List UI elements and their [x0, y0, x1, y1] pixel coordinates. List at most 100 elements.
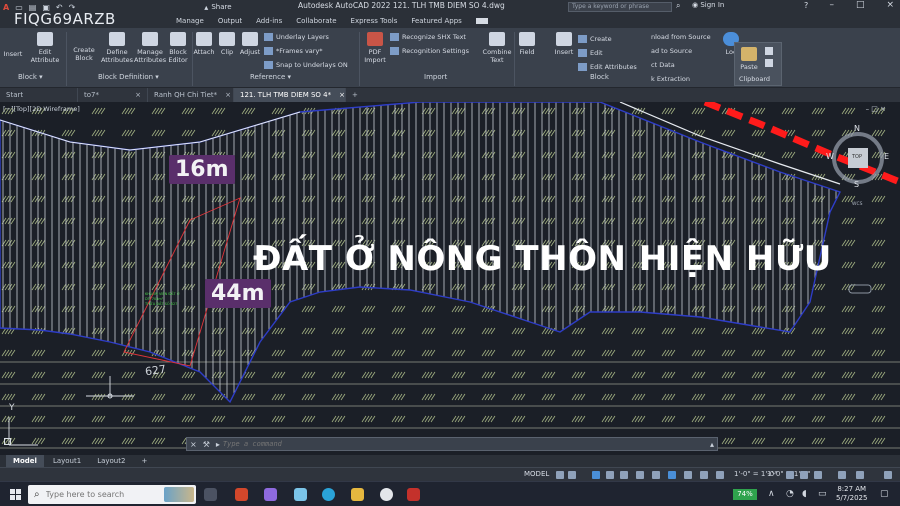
block-panel-label[interactable]: Block ▾ [18, 73, 43, 81]
insert-button[interactable]: Insert [552, 32, 576, 56]
close-icon[interactable]: × [886, 0, 894, 10]
recognition-settings-button[interactable]: Recognition Settings [390, 44, 469, 58]
tab-collaborate[interactable]: Collaborate [296, 17, 336, 25]
sign-in-button[interactable]: ◉ Sign In [692, 1, 724, 9]
recent-commands-icon[interactable]: ▸ [216, 440, 220, 449]
windows-start-icon[interactable] [10, 489, 21, 500]
copilot-app-icon[interactable] [294, 488, 307, 501]
adjust-button[interactable]: Adjust [239, 32, 261, 56]
close-icon[interactable]: × [135, 88, 141, 102]
edit-attribute-button[interactable]: Edit Attribute [28, 32, 62, 64]
data-button[interactable]: ct Data [651, 58, 711, 72]
taskbar-search-input[interactable] [45, 490, 146, 499]
close-icon[interactable]: × [225, 88, 231, 102]
keyword-search-input[interactable]: Type a keyword or phrase [568, 2, 672, 12]
insert-block-button[interactable]: Insert [2, 50, 24, 58]
viewcube-west[interactable]: W [826, 152, 834, 161]
wcs-menu[interactable]: WCS [852, 202, 862, 207]
expand-icon[interactable]: ▴ [710, 440, 714, 449]
object-snap-tracking-icon[interactable] [636, 471, 644, 479]
edit-button[interactable]: Edit [578, 46, 637, 60]
close-icon[interactable]: × [190, 440, 197, 449]
chrome-icon[interactable] [380, 488, 393, 501]
create-button[interactable]: Create [578, 32, 637, 46]
edge-icon[interactable] [322, 488, 335, 501]
tab-add-ins[interactable]: Add-ins [256, 17, 282, 25]
volume-icon[interactable]: ◖ [802, 489, 807, 499]
copilot-icon[interactable] [264, 488, 277, 501]
manage-attributes-button[interactable]: Manage Attributes [134, 32, 166, 64]
paste-button[interactable]: Paste [739, 47, 759, 71]
viewport-label[interactable]: [−][Top][2D Wireframe] [3, 105, 80, 113]
new-tab-button[interactable]: + [346, 88, 364, 102]
download-from-source-button[interactable]: nload from Source [651, 30, 711, 44]
upload-to-source-button[interactable]: ad to Source [651, 44, 711, 58]
recognize-shx-button[interactable]: Recognize SHX Text [390, 30, 469, 44]
file-explorer-icon[interactable] [351, 488, 364, 501]
annotation-visibility-icon[interactable] [716, 471, 724, 479]
model-space-toggle[interactable]: MODEL [524, 470, 549, 478]
viewcube-east[interactable]: E [884, 152, 889, 161]
ribbon-toggle-icon[interactable] [475, 18, 488, 24]
block-editor-button[interactable]: Block Editor [166, 32, 190, 64]
minimize-icon[interactable]: – [829, 0, 834, 10]
tab-output[interactable]: Output [218, 17, 242, 25]
powerpoint-icon[interactable] [235, 488, 248, 501]
notification-icon[interactable]: ▢ [880, 489, 889, 499]
tray-overflow-icon[interactable]: ∧ [768, 489, 775, 499]
edit-attributes-button[interactable]: Edit Attributes [578, 60, 637, 74]
frames-dropdown[interactable]: *Frames vary* [264, 44, 348, 58]
combine-text-button[interactable]: Combine Text [482, 32, 512, 64]
taskbar-search[interactable]: ⌕ [28, 485, 196, 504]
tab-layout1[interactable]: Layout1 [46, 455, 88, 467]
close-icon[interactable]: × [339, 88, 345, 102]
grid-icon[interactable] [556, 471, 564, 479]
tab-express-tools[interactable]: Express Tools [351, 17, 398, 25]
gear-icon[interactable] [786, 471, 794, 479]
object-snap-icon[interactable] [652, 471, 660, 479]
share-button[interactable]: Share [211, 3, 231, 11]
tab-active-drawing[interactable]: 121. TLH TMB DIEM SO 4* × [234, 88, 346, 102]
clip-button[interactable]: Clip [217, 32, 237, 56]
customization-icon[interactable] [884, 471, 892, 479]
battery-indicator[interactable]: 74% [733, 489, 757, 500]
autocad-taskbar-icon[interactable] [407, 488, 420, 501]
clean-screen-icon[interactable] [856, 471, 864, 479]
data-extraction-button[interactable]: k Extraction [651, 72, 711, 86]
network-icon[interactable]: ◔ [786, 489, 794, 499]
tab-to7[interactable]: to7* × [78, 88, 148, 102]
copy-icon[interactable] [765, 59, 773, 67]
customize-icon[interactable]: ⚒ [203, 440, 210, 449]
isolate-objects-icon[interactable] [814, 471, 822, 479]
task-view-icon[interactable] [204, 488, 217, 501]
tab-layout2[interactable]: Layout2 [90, 455, 132, 467]
tab-model[interactable]: Model [6, 455, 44, 467]
app-menu-icon[interactable]: A [3, 3, 9, 12]
attach-button[interactable]: Attach [193, 32, 215, 56]
binoculars-icon[interactable]: ⌕ [676, 1, 680, 11]
tab-start[interactable]: Start [0, 88, 78, 102]
lineweight-icon[interactable] [668, 471, 676, 479]
maximize-icon[interactable]: □ [856, 0, 865, 10]
share-icon[interactable]: ▴ [204, 3, 208, 12]
ortho-icon[interactable] [592, 471, 600, 479]
transparency-icon[interactable] [684, 471, 692, 479]
underlay-layers-button[interactable]: Underlay Layers [264, 30, 348, 44]
reference-panel-label[interactable]: Reference ▾ [250, 73, 291, 81]
pdf-import-button[interactable]: PDF Import [362, 32, 388, 64]
viewcube-south[interactable]: S [854, 180, 859, 189]
selection-cycling-icon[interactable] [700, 471, 708, 479]
isodraft-icon[interactable] [620, 471, 628, 479]
polar-icon[interactable] [606, 471, 614, 479]
tab-featured-apps[interactable]: Featured Apps [411, 17, 461, 25]
cut-icon[interactable] [765, 47, 773, 55]
define-attributes-button[interactable]: Define Attributes [100, 32, 134, 64]
create-block-button[interactable]: Create Block [70, 46, 98, 62]
block-definition-panel-label[interactable]: Block Definition ▾ [98, 73, 159, 81]
help-icon[interactable]: ? [804, 1, 808, 10]
snap-icon[interactable] [568, 471, 576, 479]
drawing-area[interactable]: KHUÔN VIÊN ĐẤT Ở DT: 704m² THỬA ĐẤT SỐ 627… [0, 102, 900, 455]
add-layout-button[interactable]: + [134, 455, 154, 467]
command-input[interactable] [222, 440, 707, 448]
field-button[interactable]: Field [516, 32, 538, 56]
